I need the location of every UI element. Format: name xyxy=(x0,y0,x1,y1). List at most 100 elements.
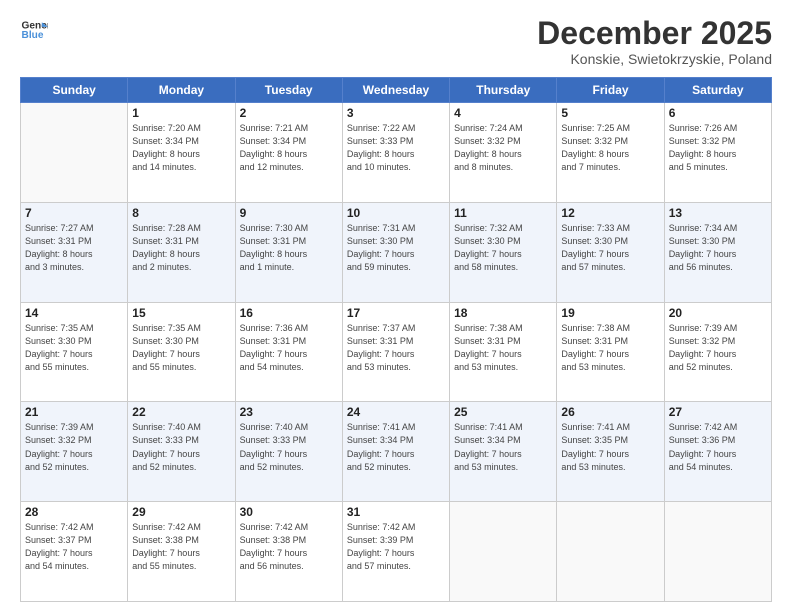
cell-day-number: 17 xyxy=(347,306,445,320)
calendar-cell: 8 Sunrise: 7:28 AM Sunset: 3:31 PM Daylig… xyxy=(128,202,235,302)
calendar-cell: 20 Sunrise: 7:39 AM Sunset: 3:32 PM Dayli… xyxy=(664,302,771,402)
calendar-cell: 12 Sunrise: 7:33 AM Sunset: 3:30 PM Dayli… xyxy=(557,202,664,302)
page: General Blue December 2025 Konskie, Swie… xyxy=(0,0,792,612)
cell-info: Sunrise: 7:22 AM Sunset: 3:33 PM Dayligh… xyxy=(347,122,445,174)
cell-day-number: 6 xyxy=(669,106,767,120)
cell-info: Sunrise: 7:30 AM Sunset: 3:31 PM Dayligh… xyxy=(240,222,338,274)
calendar-cell: 21 Sunrise: 7:39 AM Sunset: 3:32 PM Dayli… xyxy=(21,402,128,502)
calendar-cell: 22Sunrise: 7:40 AM Sunset: 3:33 PM Dayli… xyxy=(128,402,235,502)
cell-info: Sunrise: 7:38 AM Sunset: 3:31 PM Dayligh… xyxy=(561,322,659,374)
weekday-header-sunday: Sunday xyxy=(21,78,128,103)
logo-icon: General Blue xyxy=(20,16,48,44)
weekday-header-thursday: Thursday xyxy=(450,78,557,103)
cell-day-number: 10 xyxy=(347,206,445,220)
cell-day-number: 26 xyxy=(561,405,659,419)
cell-info: Sunrise: 7:39 AM Sunset: 3:32 PM Dayligh… xyxy=(669,322,767,374)
cell-day-number: 8 xyxy=(132,206,230,220)
cell-day-number: 27 xyxy=(669,405,767,419)
cell-info: Sunrise: 7:42 AM Sunset: 3:37 PM Dayligh… xyxy=(25,521,123,573)
cell-info: Sunrise: 7:20 AM Sunset: 3:34 PM Dayligh… xyxy=(132,122,230,174)
cell-info: Sunrise: 7:31 AM Sunset: 3:30 PM Dayligh… xyxy=(347,222,445,274)
calendar-cell: 9 Sunrise: 7:30 AM Sunset: 3:31 PM Daylig… xyxy=(235,202,342,302)
calendar-cell: 7 Sunrise: 7:27 AM Sunset: 3:31 PM Daylig… xyxy=(21,202,128,302)
calendar-cell xyxy=(557,502,664,602)
cell-day-number: 23 xyxy=(240,405,338,419)
cell-day-number: 24 xyxy=(347,405,445,419)
cell-day-number: 2 xyxy=(240,106,338,120)
weekday-header-friday: Friday xyxy=(557,78,664,103)
cell-info: Sunrise: 7:34 AM Sunset: 3:30 PM Dayligh… xyxy=(669,222,767,274)
cell-day-number: 14 xyxy=(25,306,123,320)
month-title: December 2025 xyxy=(537,16,772,51)
cell-info: Sunrise: 7:26 AM Sunset: 3:32 PM Dayligh… xyxy=(669,122,767,174)
cell-day-number: 29 xyxy=(132,505,230,519)
calendar-cell: 28Sunrise: 7:42 AM Sunset: 3:37 PM Dayli… xyxy=(21,502,128,602)
cell-day-number: 12 xyxy=(561,206,659,220)
calendar-cell: 18 Sunrise: 7:38 AM Sunset: 3:31 PM Dayli… xyxy=(450,302,557,402)
calendar-cell: 14 Sunrise: 7:35 AM Sunset: 3:30 PM Dayli… xyxy=(21,302,128,402)
cell-info: Sunrise: 7:24 AM Sunset: 3:32 PM Dayligh… xyxy=(454,122,552,174)
cell-info: Sunrise: 7:28 AM Sunset: 3:31 PM Dayligh… xyxy=(132,222,230,274)
calendar-cell: 29Sunrise: 7:42 AM Sunset: 3:38 PM Dayli… xyxy=(128,502,235,602)
calendar-cell: 3 Sunrise: 7:22 AM Sunset: 3:33 PM Daylig… xyxy=(342,103,449,203)
cell-info: Sunrise: 7:33 AM Sunset: 3:30 PM Dayligh… xyxy=(561,222,659,274)
header: General Blue December 2025 Konskie, Swie… xyxy=(20,16,772,67)
cell-day-number: 15 xyxy=(132,306,230,320)
calendar-cell: 17Sunrise: 7:37 AM Sunset: 3:31 PM Dayli… xyxy=(342,302,449,402)
cell-info: Sunrise: 7:35 AM Sunset: 3:30 PM Dayligh… xyxy=(132,322,230,374)
calendar-cell: 1 Sunrise: 7:20 AM Sunset: 3:34 PM Daylig… xyxy=(128,103,235,203)
calendar-cell: 10 Sunrise: 7:31 AM Sunset: 3:30 PM Dayli… xyxy=(342,202,449,302)
calendar-week-5: 28Sunrise: 7:42 AM Sunset: 3:37 PM Dayli… xyxy=(21,502,772,602)
weekday-header-wednesday: Wednesday xyxy=(342,78,449,103)
weekday-header-tuesday: Tuesday xyxy=(235,78,342,103)
title-block: December 2025 Konskie, Swietokrzyskie, P… xyxy=(537,16,772,67)
calendar-week-2: 7 Sunrise: 7:27 AM Sunset: 3:31 PM Daylig… xyxy=(21,202,772,302)
calendar-cell: 11Sunrise: 7:32 AM Sunset: 3:30 PM Dayli… xyxy=(450,202,557,302)
cell-info: Sunrise: 7:41 AM Sunset: 3:34 PM Dayligh… xyxy=(347,421,445,473)
cell-day-number: 18 xyxy=(454,306,552,320)
calendar-cell: 30Sunrise: 7:42 AM Sunset: 3:38 PM Dayli… xyxy=(235,502,342,602)
calendar-cell: 13 Sunrise: 7:34 AM Sunset: 3:30 PM Dayli… xyxy=(664,202,771,302)
cell-day-number: 31 xyxy=(347,505,445,519)
cell-day-number: 19 xyxy=(561,306,659,320)
weekday-header-row: SundayMondayTuesdayWednesdayThursdayFrid… xyxy=(21,78,772,103)
calendar-cell: 2 Sunrise: 7:21 AM Sunset: 3:34 PM Daylig… xyxy=(235,103,342,203)
logo: General Blue xyxy=(20,16,48,44)
cell-day-number: 11 xyxy=(454,206,552,220)
cell-info: Sunrise: 7:42 AM Sunset: 3:36 PM Dayligh… xyxy=(669,421,767,473)
weekday-header-monday: Monday xyxy=(128,78,235,103)
cell-info: Sunrise: 7:25 AM Sunset: 3:32 PM Dayligh… xyxy=(561,122,659,174)
svg-text:Blue: Blue xyxy=(22,30,44,41)
cell-info: Sunrise: 7:38 AM Sunset: 3:31 PM Dayligh… xyxy=(454,322,552,374)
calendar-cell: 6 Sunrise: 7:26 AM Sunset: 3:32 PM Daylig… xyxy=(664,103,771,203)
calendar-cell: 23Sunrise: 7:40 AM Sunset: 3:33 PM Dayli… xyxy=(235,402,342,502)
cell-info: Sunrise: 7:35 AM Sunset: 3:30 PM Dayligh… xyxy=(25,322,123,374)
cell-info: Sunrise: 7:27 AM Sunset: 3:31 PM Dayligh… xyxy=(25,222,123,274)
cell-info: Sunrise: 7:21 AM Sunset: 3:34 PM Dayligh… xyxy=(240,122,338,174)
cell-day-number: 21 xyxy=(25,405,123,419)
cell-info: Sunrise: 7:39 AM Sunset: 3:32 PM Dayligh… xyxy=(25,421,123,473)
cell-day-number: 20 xyxy=(669,306,767,320)
calendar-week-3: 14 Sunrise: 7:35 AM Sunset: 3:30 PM Dayli… xyxy=(21,302,772,402)
cell-day-number: 3 xyxy=(347,106,445,120)
cell-day-number: 13 xyxy=(669,206,767,220)
cell-day-number: 1 xyxy=(132,106,230,120)
calendar-cell: 5 Sunrise: 7:25 AM Sunset: 3:32 PM Daylig… xyxy=(557,103,664,203)
calendar-cell: 27 Sunrise: 7:42 AM Sunset: 3:36 PM Dayli… xyxy=(664,402,771,502)
calendar-table: SundayMondayTuesdayWednesdayThursdayFrid… xyxy=(20,77,772,602)
calendar-week-1: 1 Sunrise: 7:20 AM Sunset: 3:34 PM Daylig… xyxy=(21,103,772,203)
location: Konskie, Swietokrzyskie, Poland xyxy=(537,51,772,67)
cell-day-number: 16 xyxy=(240,306,338,320)
cell-day-number: 5 xyxy=(561,106,659,120)
weekday-header-saturday: Saturday xyxy=(664,78,771,103)
cell-day-number: 25 xyxy=(454,405,552,419)
cell-day-number: 9 xyxy=(240,206,338,220)
calendar-cell: 4Sunrise: 7:24 AM Sunset: 3:32 PM Daylig… xyxy=(450,103,557,203)
cell-day-number: 7 xyxy=(25,206,123,220)
calendar-cell: 31Sunrise: 7:42 AM Sunset: 3:39 PM Dayli… xyxy=(342,502,449,602)
cell-day-number: 30 xyxy=(240,505,338,519)
calendar-cell: 25Sunrise: 7:41 AM Sunset: 3:34 PM Dayli… xyxy=(450,402,557,502)
cell-day-number: 22 xyxy=(132,405,230,419)
calendar-cell: 15 Sunrise: 7:35 AM Sunset: 3:30 PM Dayli… xyxy=(128,302,235,402)
calendar-cell xyxy=(664,502,771,602)
